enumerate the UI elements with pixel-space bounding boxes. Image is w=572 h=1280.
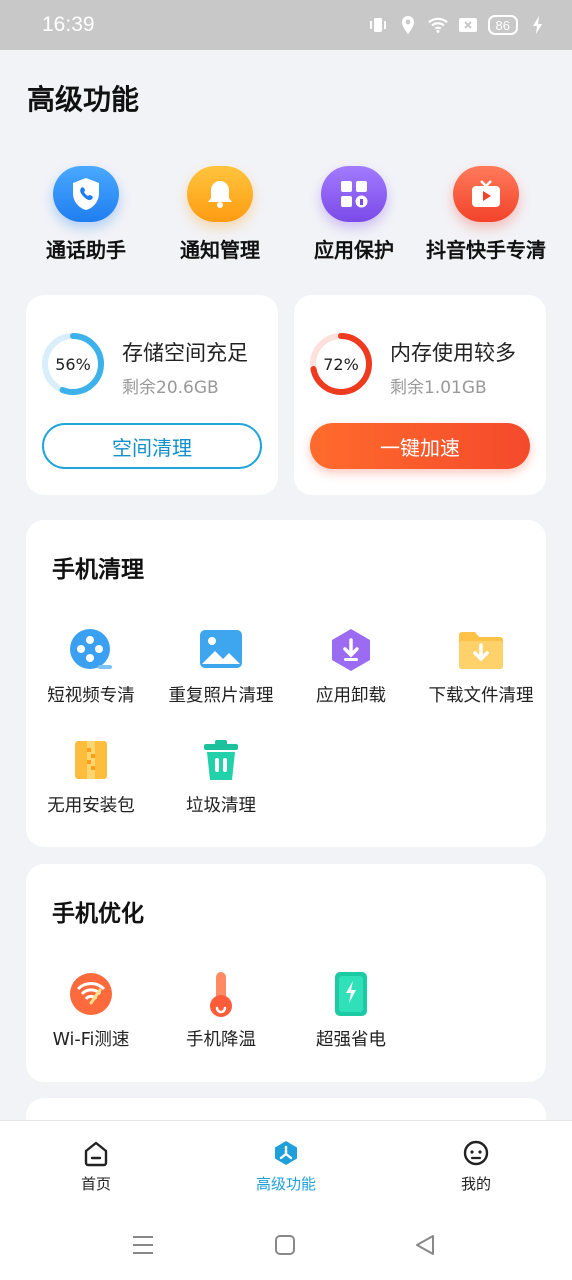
grid-label: 无用安装包 (47, 796, 135, 816)
storage-percent: 56% (55, 354, 91, 374)
grid-label: Wi-Fi测速 (52, 1030, 130, 1050)
download-file-clean-item[interactable]: 下载文件清理 (416, 626, 546, 707)
nav-home[interactable]: 首页 (36, 1139, 156, 1194)
status-bar: 16:39 86 (0, 0, 572, 50)
charging-icon (528, 15, 548, 35)
grid-label: 超强省电 (316, 1030, 386, 1050)
grid-label: 重复照片清理 (168, 686, 274, 706)
grid-label: 短视频专清 (47, 686, 135, 706)
trash-icon (197, 736, 245, 784)
status-icons: 86 (368, 15, 548, 35)
status-time: 16:39 (42, 13, 95, 36)
quick-douyin-kuaishou-clean[interactable]: 抖音快手专清 (416, 160, 556, 263)
junk-clean-item[interactable]: 垃圾清理 (156, 736, 286, 817)
thermometer-icon (197, 970, 245, 1018)
nav-label: 我的 (460, 1175, 491, 1193)
quick-call-assistant[interactable]: 通话助手 (16, 160, 156, 263)
section-title: 手机清理 (52, 557, 144, 583)
menu-icon[interactable] (128, 1230, 158, 1260)
vibrate-icon (368, 15, 388, 35)
quick-label: 通话助手 (46, 238, 126, 262)
power-saving-item[interactable]: 超强省电 (286, 970, 416, 1051)
short-video-clean-item[interactable]: 短视频专清 (26, 626, 156, 707)
home-icon (82, 1139, 110, 1167)
wifi-icon (427, 15, 448, 35)
download-folder-icon (457, 626, 505, 674)
quick-label: 通知管理 (180, 238, 260, 262)
nav-label: 首页 (80, 1175, 111, 1193)
short-video-icon (67, 626, 115, 674)
bottom-nav: 首页 高级功能 我的 (0, 1120, 572, 1210)
phone-optimize-card: 手机优化 Wi-Fi测速 手机降温 超强省电 (26, 864, 546, 1082)
duplicate-photo-clean-item[interactable]: 重复照片清理 (156, 626, 286, 707)
app-uninstall-item[interactable]: 应用卸载 (286, 626, 416, 707)
home-square-icon[interactable] (270, 1230, 300, 1260)
quick-label: 抖音快手专清 (426, 238, 546, 262)
wifi-speed-icon (67, 970, 115, 1018)
apps-lock-icon (321, 166, 387, 222)
memory-remaining: 剩余1.01GB (390, 378, 487, 398)
advanced-hexagon-icon (272, 1139, 300, 1167)
bell-icon (187, 166, 253, 222)
grid-label: 垃圾清理 (186, 796, 256, 816)
uninstall-icon (327, 626, 375, 674)
back-triangle-icon[interactable] (410, 1230, 440, 1260)
quick-app-protect[interactable]: 应用保护 (284, 160, 424, 263)
grid-label: 应用卸载 (316, 686, 386, 706)
phone-shield-icon (53, 166, 119, 222)
grid-label: 手机降温 (186, 1030, 256, 1050)
phone-cooling-item[interactable]: 手机降温 (156, 970, 286, 1051)
page-title: 高级功能 (27, 83, 140, 116)
grid-label: 下载文件清理 (428, 686, 534, 706)
storage-title: 存储空间充足 (122, 341, 248, 365)
storage-ring: 56% (40, 331, 106, 397)
storage-card: 56% 存储空间充足 剩余20.6GB 空间清理 (26, 295, 278, 495)
one-click-boost-button[interactable]: 一键加速 (310, 423, 530, 469)
useless-package-item[interactable]: 无用安装包 (26, 736, 156, 817)
photo-icon (197, 626, 245, 674)
phone-clean-card: 手机清理 短视频专清 重复照片清理 应用卸载 下载文件清理 无用安装包 垃圾清理 (26, 520, 546, 847)
battery-saver-icon (327, 970, 375, 1018)
sim-off-icon (458, 15, 478, 35)
system-nav-bar (0, 1210, 572, 1280)
memory-percent: 72% (323, 354, 359, 374)
wifi-speed-test-item[interactable]: Wi-Fi测速 (26, 970, 156, 1051)
video-play-icon (453, 166, 519, 222)
memory-card: 72% 内存使用较多 剩余1.01GB 一键加速 (294, 295, 546, 495)
memory-ring: 72% (308, 331, 374, 397)
location-icon (398, 15, 418, 35)
profile-face-icon (462, 1139, 490, 1167)
battery-indicator: 86 (487, 15, 518, 35)
nav-mine[interactable]: 我的 (416, 1139, 536, 1194)
nav-label: 高级功能 (255, 1175, 316, 1193)
section-title: 手机优化 (52, 901, 144, 927)
quick-feature-row: 通话助手 通知管理 应用保护 抖音快手专清 (0, 160, 572, 270)
package-icon (67, 736, 115, 784)
memory-title: 内存使用较多 (390, 341, 516, 365)
storage-remaining: 剩余20.6GB (122, 378, 219, 398)
quick-notification-manage[interactable]: 通知管理 (150, 160, 290, 263)
quick-label: 应用保护 (314, 238, 394, 262)
space-clean-button[interactable]: 空间清理 (42, 423, 262, 469)
nav-advanced[interactable]: 高级功能 (226, 1139, 346, 1194)
